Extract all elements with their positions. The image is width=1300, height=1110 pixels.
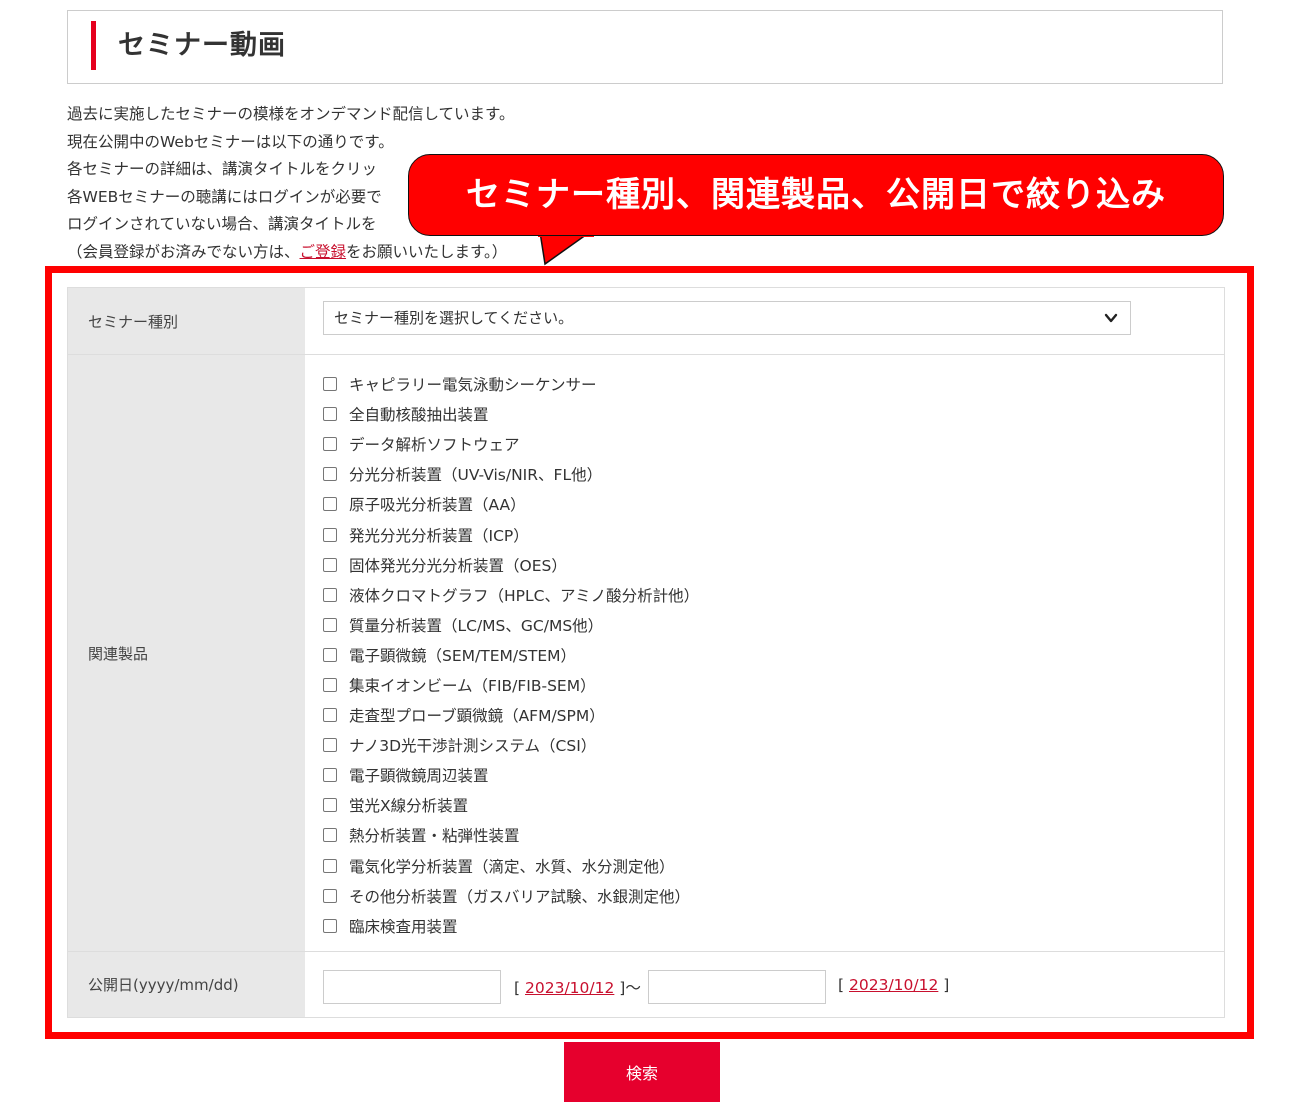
- row-publish-date: 公開日(yyyy/mm/dd) [ 2023/10/12 ]〜 [ 2023/1…: [68, 952, 1224, 1017]
- product-checkbox-item[interactable]: 固体発光分光分析装置（OES）: [323, 550, 699, 580]
- product-checkbox-item[interactable]: 蛍光X線分析装置: [323, 790, 699, 820]
- checkbox[interactable]: [323, 587, 337, 602]
- date-from-today: [ 2023/10/12 ]〜: [514, 976, 641, 998]
- product-checkbox-item[interactable]: 集束イオンビーム（FIB/FIB-SEM）: [323, 670, 699, 700]
- checkbox-label: 蛍光X線分析装置: [349, 797, 469, 816]
- checkbox[interactable]: [323, 647, 337, 662]
- register-link[interactable]: ご登録: [300, 243, 347, 261]
- related-products-content: キャピラリー電気泳動シーケンサー 全自動核酸抽出装置データ解析ソフトウェア分光分析…: [305, 355, 1224, 951]
- checkbox[interactable]: [323, 437, 337, 452]
- product-checkbox-item[interactable]: データ解析ソフトウェア: [323, 429, 699, 459]
- product-checkbox-item[interactable]: 質量分析装置（LC/MS、GC/MS他）: [323, 610, 699, 640]
- page-title: セミナー動画: [118, 30, 286, 61]
- checkbox-label: 全自動核酸抽出装置: [349, 406, 489, 425]
- intro-line-prefix: （会員登録がお済みでない方は、: [67, 242, 300, 261]
- related-products-label: 関連製品: [68, 355, 305, 951]
- product-checkbox-item[interactable]: その他分析装置（ガスバリア試験、水銀測定他）: [323, 881, 699, 911]
- checkbox[interactable]: [323, 768, 337, 783]
- checkbox-label: 熱分析装置・粘弾性装置: [349, 827, 520, 846]
- product-checkbox-item[interactable]: 電子顕微鏡（SEM/TEM/STEM）: [323, 640, 699, 670]
- intro-line-suffix: をお願いいたします。）: [346, 242, 508, 261]
- intro-line: （会員登録がお済みでない方は、ご登録をお願いいたします。）: [67, 239, 1227, 267]
- checkbox-label: その他分析装置（ガスバリア試験、水銀測定他）: [349, 887, 691, 906]
- row-related-products: 関連製品 キャピラリー電気泳動シーケンサー 全自動核酸抽出装置データ解析ソフトウェ…: [68, 355, 1224, 952]
- intro-line: 過去に実施したセミナーの模様をオンデマンド配信しています。: [67, 105, 515, 123]
- checkbox[interactable]: [323, 858, 337, 873]
- publish-date-content: [ 2023/10/12 ]〜 [ 2023/10/12 ]: [305, 952, 1224, 1017]
- checkbox-label: 分光分析装置（UV-Vis/NIR、FL他）: [349, 466, 603, 485]
- checkbox[interactable]: [323, 467, 337, 482]
- callout-text: セミナー種別、関連製品、公開日で絞り込み: [466, 175, 1166, 215]
- seminar-type-selected: セミナー種別を選択してください。: [334, 309, 574, 327]
- checkbox-label: 液体クロマトグラフ（HPLC、アミノ酸分析計他）: [349, 586, 700, 605]
- product-checkbox-item[interactable]: ナノ3D光干渉計測システム（CSI）: [323, 730, 699, 760]
- product-checkbox-item[interactable]: 全自動核酸抽出装置: [323, 399, 699, 429]
- bracket-open: [: [838, 976, 845, 994]
- checkbox[interactable]: [323, 888, 337, 903]
- checkbox[interactable]: [323, 497, 337, 512]
- checkbox[interactable]: [323, 708, 337, 723]
- search-form: セミナー種別 セミナー種別を選択してください。 関連製品 キャピラリー電気泳動シ…: [67, 287, 1225, 1018]
- checkbox-label: 電子顕微鏡（SEM/TEM/STEM）: [349, 646, 577, 665]
- date-to-today-link[interactable]: 2023/10/12: [849, 976, 938, 994]
- callout-pointer: [538, 232, 594, 266]
- seminar-type-select[interactable]: セミナー種別を選択してください。: [323, 301, 1131, 335]
- page-heading: セミナー動画: [67, 10, 1223, 84]
- product-checkbox-item[interactable]: 電子顕微鏡周辺装置: [323, 760, 699, 790]
- seminar-type-content: セミナー種別を選択してください。: [305, 288, 1224, 354]
- checkbox[interactable]: [323, 557, 337, 572]
- bracket-open: [: [514, 979, 521, 997]
- chevron-down-icon: [1104, 313, 1118, 323]
- bracket-close: ]: [943, 976, 950, 994]
- checkbox-label: 集束イオンビーム（FIB/FIB-SEM）: [349, 676, 596, 695]
- seminar-type-label: セミナー種別: [68, 288, 305, 354]
- checkbox-label: 質量分析装置（LC/MS、GC/MS他）: [349, 616, 604, 635]
- product-checkbox-item[interactable]: キャピラリー電気泳動シーケンサー: [323, 369, 699, 399]
- checkbox-label: 原子吸光分析装置（AA）: [349, 496, 526, 515]
- intro-line: 現在公開中のWebセミナーは以下の通りです。: [67, 132, 394, 151]
- publish-date-label: 公開日(yyyy/mm/dd): [68, 952, 305, 1017]
- date-from-today-link[interactable]: 2023/10/12: [525, 979, 614, 997]
- checkbox[interactable]: [323, 828, 337, 843]
- product-checkbox-item[interactable]: 熱分析装置・粘弾性装置: [323, 820, 699, 850]
- checkbox-label: キャピラリー電気泳動シーケンサー: [349, 376, 597, 395]
- heading-accent-bar: [91, 21, 96, 70]
- checkbox-label: 固体発光分光分析装置（OES）: [349, 556, 567, 575]
- product-checkbox-item[interactable]: 原子吸光分析装置（AA）: [323, 489, 699, 519]
- search-button[interactable]: 検索: [564, 1042, 720, 1102]
- date-to-today: [ 2023/10/12 ]: [838, 976, 949, 994]
- checkbox-label: 走査型プローブ顕微鏡（AFM/SPM）: [349, 707, 605, 726]
- checkbox-label: 電気化学分析装置（滴定、水質、水分測定他）: [349, 857, 675, 876]
- product-checkbox-item[interactable]: 分光分析装置（UV-Vis/NIR、FL他）: [323, 459, 699, 489]
- checkbox[interactable]: [323, 617, 337, 632]
- checkbox[interactable]: [323, 738, 337, 753]
- checkbox-label: データ解析ソフトウェア: [349, 436, 520, 455]
- related-products-list: キャピラリー電気泳動シーケンサー 全自動核酸抽出装置データ解析ソフトウェア分光分析…: [323, 369, 699, 941]
- date-separator: ]〜: [619, 979, 641, 997]
- checkbox-label: 発光分光分析装置（ICP）: [349, 526, 529, 545]
- product-checkbox-item[interactable]: 発光分光分析装置（ICP）: [323, 519, 699, 549]
- checkbox[interactable]: [323, 407, 337, 422]
- checkbox[interactable]: [323, 527, 337, 542]
- date-from-input[interactable]: [323, 970, 501, 1004]
- product-checkbox-item[interactable]: 走査型プローブ顕微鏡（AFM/SPM）: [323, 700, 699, 730]
- product-checkbox-item[interactable]: 液体クロマトグラフ（HPLC、アミノ酸分析計他）: [323, 580, 699, 610]
- checkbox[interactable]: [323, 377, 337, 392]
- row-seminar-type: セミナー種別 セミナー種別を選択してください。: [68, 288, 1224, 355]
- checkbox[interactable]: [323, 677, 337, 692]
- annotation-callout: セミナー種別、関連製品、公開日で絞り込み: [408, 154, 1224, 236]
- date-to-input[interactable]: [648, 970, 826, 1004]
- checkbox[interactable]: [323, 918, 337, 933]
- checkbox-label: 臨床検査用装置: [349, 917, 458, 936]
- checkbox-label: ナノ3D光干渉計測システム（CSI）: [349, 737, 597, 756]
- product-checkbox-item[interactable]: 臨床検査用装置: [323, 911, 699, 941]
- checkbox-label: 電子顕微鏡周辺装置: [349, 767, 489, 786]
- checkbox[interactable]: [323, 798, 337, 813]
- product-checkbox-item[interactable]: 電気化学分析装置（滴定、水質、水分測定他）: [323, 851, 699, 881]
